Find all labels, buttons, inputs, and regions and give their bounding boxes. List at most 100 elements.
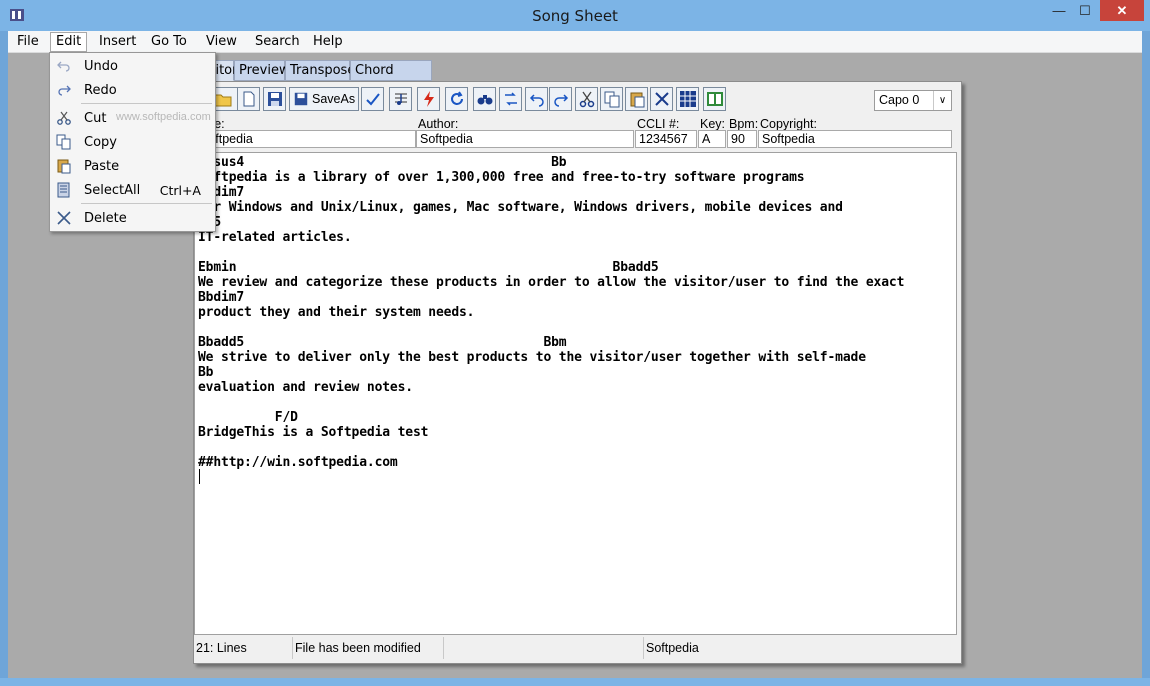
key-field[interactable]: A [698, 130, 726, 148]
capo-value: Capo 0 [879, 93, 920, 107]
menu-label-paste: Paste [84, 159, 120, 174]
menu-go-to[interactable]: Go To [151, 34, 187, 49]
spell-check-icon [365, 93, 380, 106]
title-field[interactable]: Softpedia [196, 130, 416, 148]
maximize-button[interactable]: ☐ [1072, 0, 1098, 21]
redo-icon [553, 94, 568, 107]
menu-shortcut-select-all: Ctrl+A [159, 183, 201, 198]
menu-label-undo: Undo [84, 59, 118, 74]
editor-line: F/D [198, 410, 298, 425]
undo-button[interactable] [525, 87, 548, 111]
book-button[interactable] [703, 87, 726, 111]
tab-chord-editor[interactable]: Chord Editor [350, 60, 432, 97]
editor-line: IT-related articles. [198, 230, 352, 245]
new-document-icon [243, 91, 254, 107]
scissors-icon [57, 111, 71, 125]
delete-button[interactable] [650, 87, 673, 111]
editor-line: Ebmin Bbadd5 [198, 260, 659, 275]
song-document-window: SaveAs Capo 0 ∨ Softpedia Author: Softpe… [193, 81, 962, 664]
find-button[interactable] [473, 87, 496, 111]
tab-transpose[interactable]: Transpose [285, 60, 355, 81]
menu-item-paste[interactable]: Paste [52, 155, 213, 177]
paste-icon [57, 159, 71, 174]
editor-line: Bb [198, 365, 214, 380]
menu-item-cut[interactable]: Cut [52, 107, 213, 129]
chord-tool-button[interactable] [389, 87, 412, 111]
minimize-button[interactable]: — [1046, 0, 1072, 21]
menu-separator [81, 203, 212, 204]
select-all-icon [57, 182, 70, 198]
ccli-field[interactable]: 1234567 [635, 130, 697, 148]
cut-button[interactable] [575, 87, 598, 111]
menu-insert[interactable]: Insert [99, 34, 136, 49]
editor-line: evaluation and review notes. [198, 380, 413, 395]
replace-icon [504, 92, 517, 106]
save-button[interactable] [263, 87, 286, 111]
close-button[interactable]: ✕ [1100, 0, 1144, 21]
save-disk-icon [267, 92, 282, 106]
menu-item-undo[interactable]: Undo [52, 55, 213, 77]
replace-button[interactable] [499, 87, 522, 111]
undo-icon [57, 61, 70, 72]
copy-icon [604, 91, 619, 108]
menu-label-redo: Redo [84, 83, 117, 98]
tab-preview[interactable]: Preview [234, 60, 290, 81]
delete-x-icon [654, 92, 669, 106]
spell-check-button[interactable] [361, 87, 384, 111]
title-bar: Song Sheet — ☐ ✕ [0, 0, 1150, 31]
status-line-count: 21: Lines [194, 637, 293, 659]
menu-edit[interactable]: Edit [50, 32, 88, 52]
saveas-label: SaveAs [312, 92, 356, 106]
menu-item-select-all[interactable]: SelectAll Ctrl+A [52, 179, 213, 201]
menu-file[interactable]: File [17, 34, 39, 49]
scissors-icon [579, 91, 594, 108]
redo-icon [58, 85, 71, 96]
folder-icon [214, 94, 232, 107]
chevron-down-icon[interactable]: ∨ [933, 91, 951, 110]
book-icon [706, 92, 723, 106]
copy-button[interactable] [600, 87, 623, 111]
menu-help[interactable]: Help [313, 34, 343, 49]
key-label: Key: [700, 117, 726, 131]
editor-line: Bbsus4 Bb [198, 155, 567, 170]
menu-label-delete: Delete [84, 211, 127, 226]
lightning-button[interactable] [417, 87, 440, 111]
song-text-editor[interactable]: Bbsus4 Bb Softpedia is a library of over … [194, 152, 957, 635]
menu-item-redo[interactable]: Redo [52, 79, 213, 101]
status-modified: File has been modified [293, 637, 444, 659]
music-notes-icon [394, 93, 407, 105]
editor-line: ##http://win.softpedia.com [198, 455, 398, 470]
menu-item-copy[interactable]: Copy [52, 131, 213, 153]
editor-line: Softpedia is a library of over 1,300,000… [198, 170, 805, 185]
paste-button[interactable] [625, 87, 648, 111]
editor-line: We strive to deliver only the best produ… [198, 350, 866, 365]
capo-select[interactable]: Capo 0 ∨ [874, 90, 952, 111]
menu-separator [81, 103, 212, 104]
editor-line: BridgeThis is a Softpedia test [198, 425, 429, 440]
saveas-button[interactable]: SaveAs [289, 87, 359, 111]
toolbar: SaveAs Capo 0 ∨ [196, 85, 959, 116]
new-button[interactable] [237, 87, 260, 111]
editor-line: Bbadd5 Bbm [198, 335, 567, 350]
editor-line: We review and categorize these products … [198, 275, 905, 290]
author-field[interactable]: Softpedia [416, 130, 634, 148]
grid-button[interactable] [676, 87, 699, 111]
menu-item-delete[interactable]: Delete [52, 207, 213, 229]
redo-button[interactable] [549, 87, 572, 111]
menu-search[interactable]: Search [255, 34, 300, 49]
menu-view[interactable]: View [206, 34, 237, 49]
window-title: Song Sheet [532, 7, 618, 25]
status-empty-pane [444, 637, 644, 659]
bpm-field[interactable]: 90 [727, 130, 757, 148]
song-info-fields: Title: Softpedia Author: Softpedia CCLI … [194, 116, 961, 150]
author-label: Author: [418, 117, 459, 131]
editor-line: for Windows and Unix/Linux, games, Mac s… [198, 200, 843, 215]
edit-menu-dropdown: www.softpedia.com Undo Redo Cut Copy Pas… [49, 52, 216, 232]
refresh-button[interactable] [445, 87, 468, 111]
menu-label-cut: Cut [84, 111, 107, 126]
copyright-field[interactable]: Softpedia [758, 130, 952, 148]
